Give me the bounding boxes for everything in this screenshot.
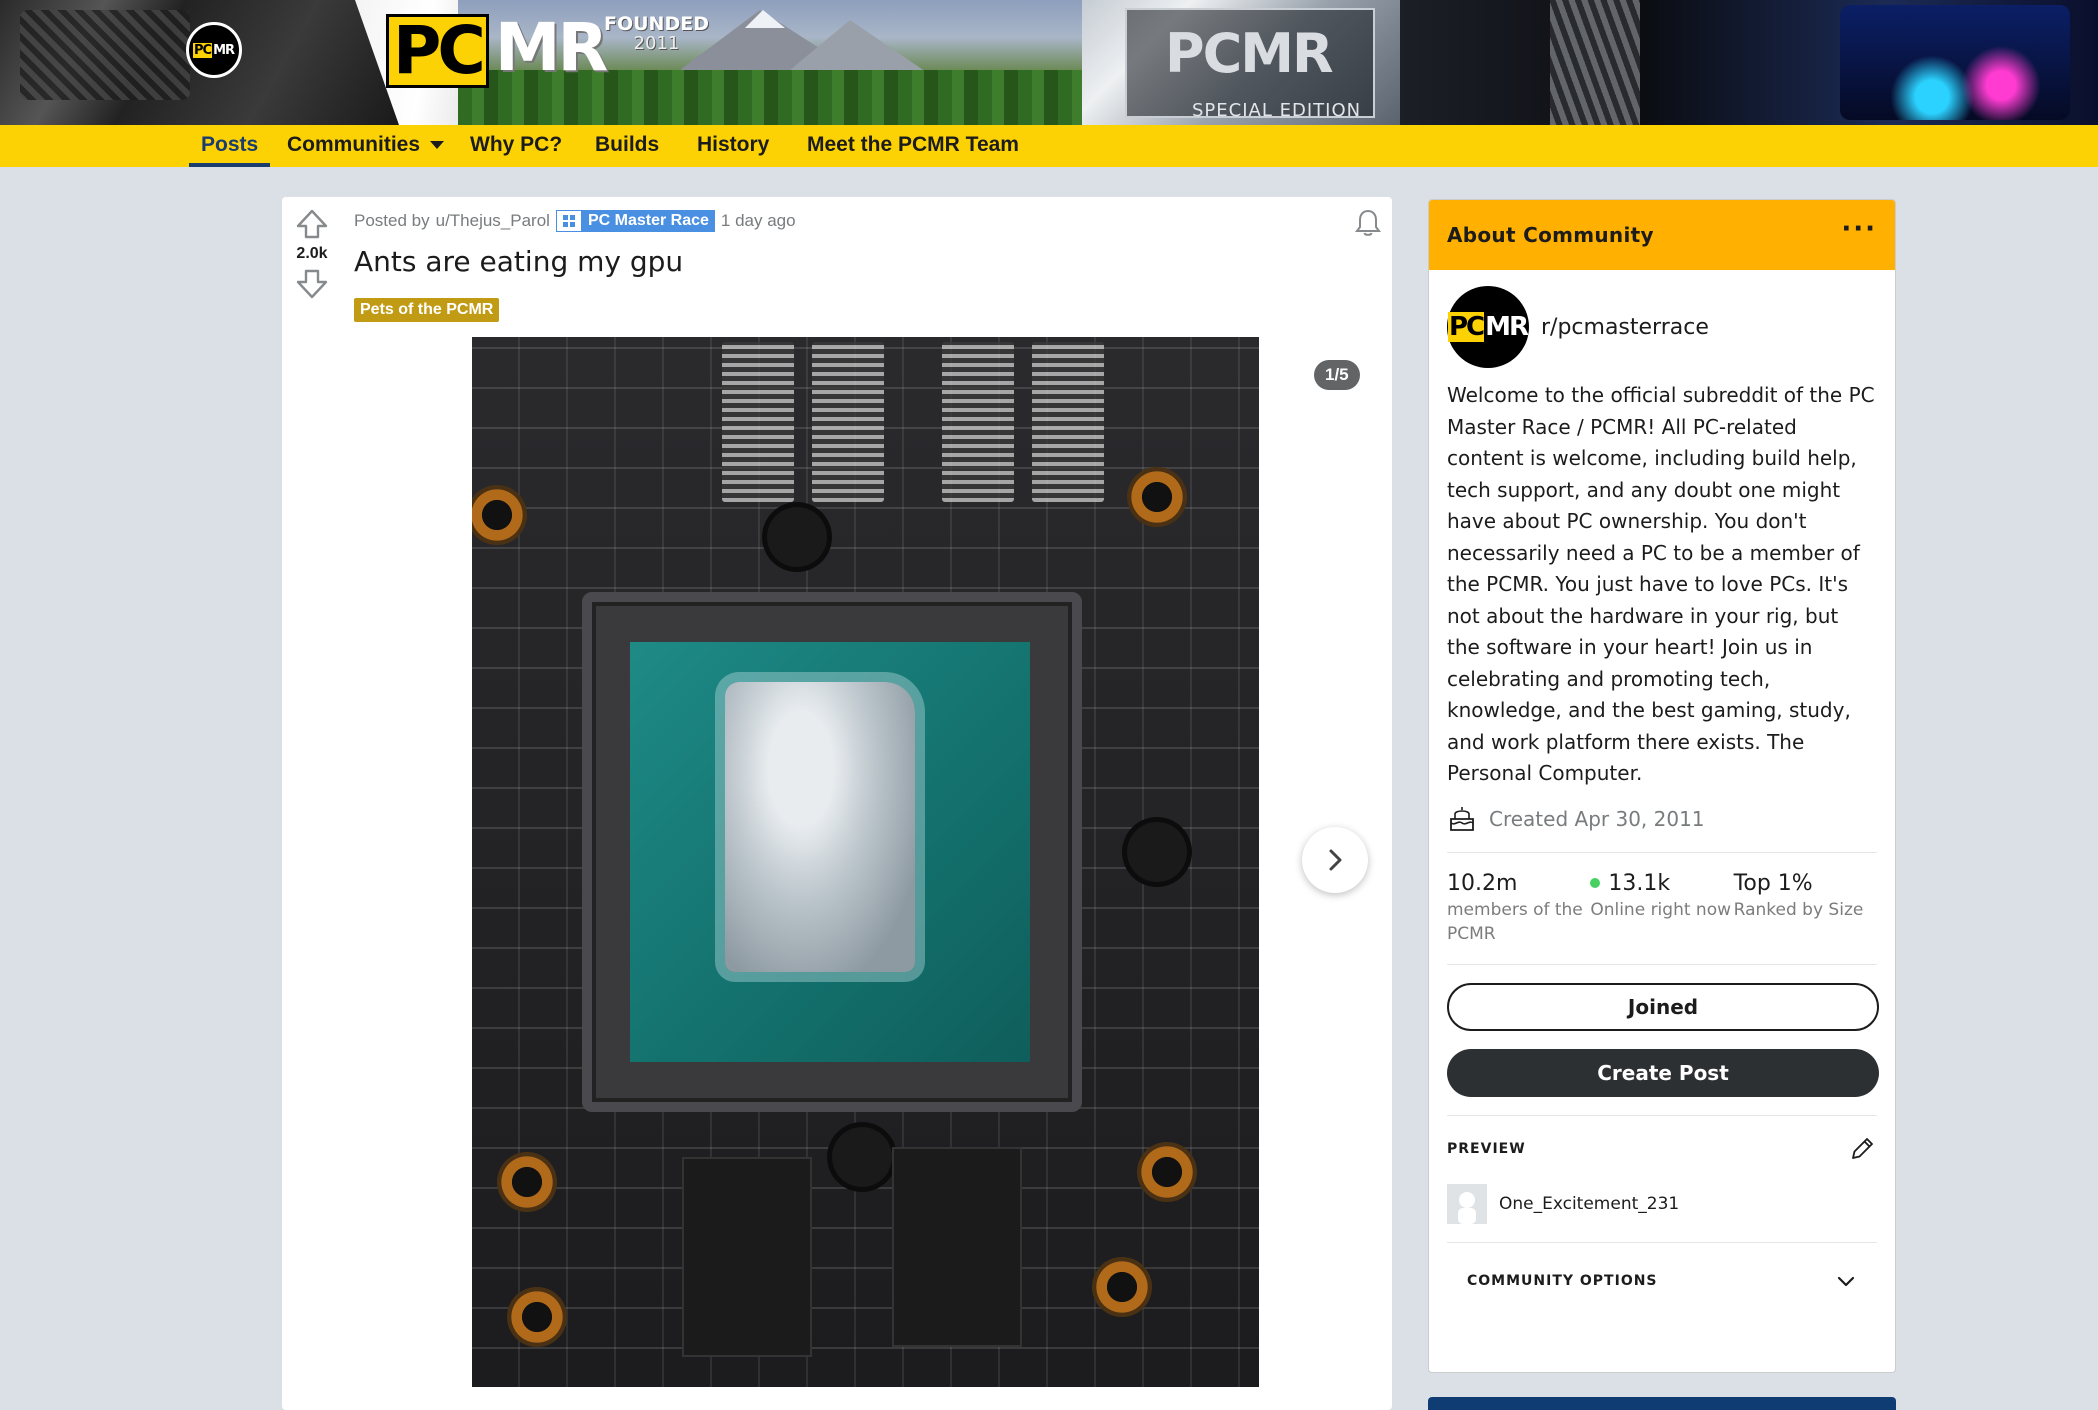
user-avatar	[1447, 1183, 1487, 1224]
special-edition-logo: PCMR	[1165, 22, 1334, 85]
post-time: 1 day ago	[720, 211, 796, 230]
vote-count: 2.0k	[296, 245, 328, 262]
gallery-counter: 1/5	[1314, 360, 1360, 390]
cake-icon	[1450, 806, 1474, 831]
special-edition-text: SPECIAL EDITION	[1192, 100, 1362, 121]
mount-hole	[1137, 1142, 1197, 1202]
preview-section: PREVIEW	[1447, 1134, 1877, 1164]
online-dot-icon	[1590, 878, 1601, 888]
community-nav: Posts Communities Why PC? Builds History…	[0, 125, 2098, 167]
stat-online: 13.1k Online right now	[1590, 870, 1731, 920]
nav-history[interactable]: History	[697, 125, 769, 167]
next-widget-header	[1428, 1397, 1896, 1410]
mount-hole	[497, 1152, 557, 1212]
community-options-toggle[interactable]: COMMUNITY OPTIONS	[1447, 1261, 1877, 1301]
chevron-right-icon	[1329, 849, 1342, 871]
stat-rank: Top 1% Ranked by Size	[1733, 870, 1864, 920]
windows-icon	[555, 210, 582, 232]
post-title[interactable]: Ants are eating my gpu	[354, 245, 683, 278]
memory-pads	[722, 342, 794, 502]
author-link[interactable]: u/Thejus_Parol	[436, 211, 550, 231]
mount-hole	[507, 1287, 567, 1347]
post-card[interactable]: 2.0k Posted by u/Thejus_Parol PC Master …	[282, 197, 1392, 1410]
nav-communities[interactable]: Communities	[287, 125, 445, 167]
preview-username: One_Excitement_231	[1499, 1193, 1680, 1214]
community-banner: PCMR SPECIAL EDITION PC MR PC MR FOUNDED 2…	[0, 0, 2098, 125]
gpu-die	[630, 642, 1030, 1062]
nav-posts[interactable]: Posts	[189, 125, 271, 167]
preview-label: PREVIEW	[1447, 1140, 1526, 1157]
banner-snowcap	[745, 10, 785, 28]
nav-why-pc[interactable]: Why PC?	[470, 125, 562, 167]
community-identity: PC MR r/pcmasterrace	[1447, 286, 1877, 368]
post-flair[interactable]: Pets of the PCMR	[354, 298, 500, 322]
thermal-paste	[725, 682, 915, 972]
memory-pads	[1032, 342, 1104, 502]
gpu-die-frame	[582, 592, 1082, 1112]
capacitor	[762, 502, 832, 572]
community-avatar[interactable]: PC MR	[186, 22, 242, 78]
pcmr-logo: PC MR	[386, 14, 611, 88]
community-stats: 10.2m members of the PCMR 13.1k Online r…	[1447, 871, 1877, 946]
gallery-next-button[interactable]	[1302, 827, 1368, 893]
memory-pads	[942, 342, 1014, 502]
vote-column: 2.0k	[282, 207, 342, 301]
capacitor	[827, 1122, 897, 1192]
pcmr-logo-small: PC MR	[192, 42, 235, 58]
community-description: Welcome to the official subreddit of the…	[1447, 383, 1875, 785]
nav-meet-team[interactable]: Meet the PCMR Team	[807, 125, 1019, 167]
capacitor	[1122, 817, 1192, 887]
community-options-label: COMMUNITY OPTIONS	[1467, 1272, 1658, 1289]
pcmr-logo-small: PC MR	[1447, 312, 1529, 342]
memory-pads	[812, 342, 884, 502]
created-date: Created Apr 30, 2011	[1447, 804, 1877, 834]
post-gallery-image[interactable]	[472, 337, 1259, 1387]
about-community-header: About Community ···	[1429, 200, 1895, 270]
community-name[interactable]: r/pcmasterrace	[1541, 315, 1709, 340]
preview-user[interactable]: One_Excitement_231	[1447, 1183, 1877, 1224]
about-community-widget: About Community ··· PC MR r/pcmasterrace …	[1428, 199, 1896, 1373]
pencil-icon[interactable]	[1847, 1134, 1877, 1164]
create-post-button[interactable]: Create Post	[1447, 1048, 1879, 1097]
mount-hole	[1092, 1257, 1152, 1317]
nav-builds[interactable]: Builds	[595, 125, 659, 167]
bell-icon[interactable]	[1352, 207, 1384, 239]
stat-members: 10.2m members of the PCMR	[1447, 870, 1583, 944]
about-community-title: About Community	[1447, 223, 1654, 247]
founded-badge: FOUNDED 2011	[604, 13, 709, 54]
mount-hole	[1127, 467, 1187, 527]
snoo-avatar-icon	[1458, 1191, 1476, 1224]
posted-by-label: Posted by	[354, 211, 430, 230]
joined-button[interactable]: Joined	[1447, 982, 1879, 1031]
upvote-arrow-icon[interactable]	[295, 207, 329, 241]
banner-rgb-setup-photo	[1400, 0, 2098, 125]
vram-chip	[892, 1147, 1022, 1347]
post-meta: Posted by u/Thejus_Parol PC Master Race …	[354, 210, 796, 232]
more-options-icon[interactable]: ···	[1841, 216, 1877, 246]
downvote-arrow-icon[interactable]	[295, 267, 329, 301]
vram-chip	[682, 1157, 812, 1357]
community-avatar[interactable]: PC MR	[1447, 286, 1529, 368]
chevron-down-icon	[1837, 1276, 1855, 1286]
caret-down-icon	[430, 141, 445, 150]
user-flair: PC Master Race	[555, 210, 715, 232]
